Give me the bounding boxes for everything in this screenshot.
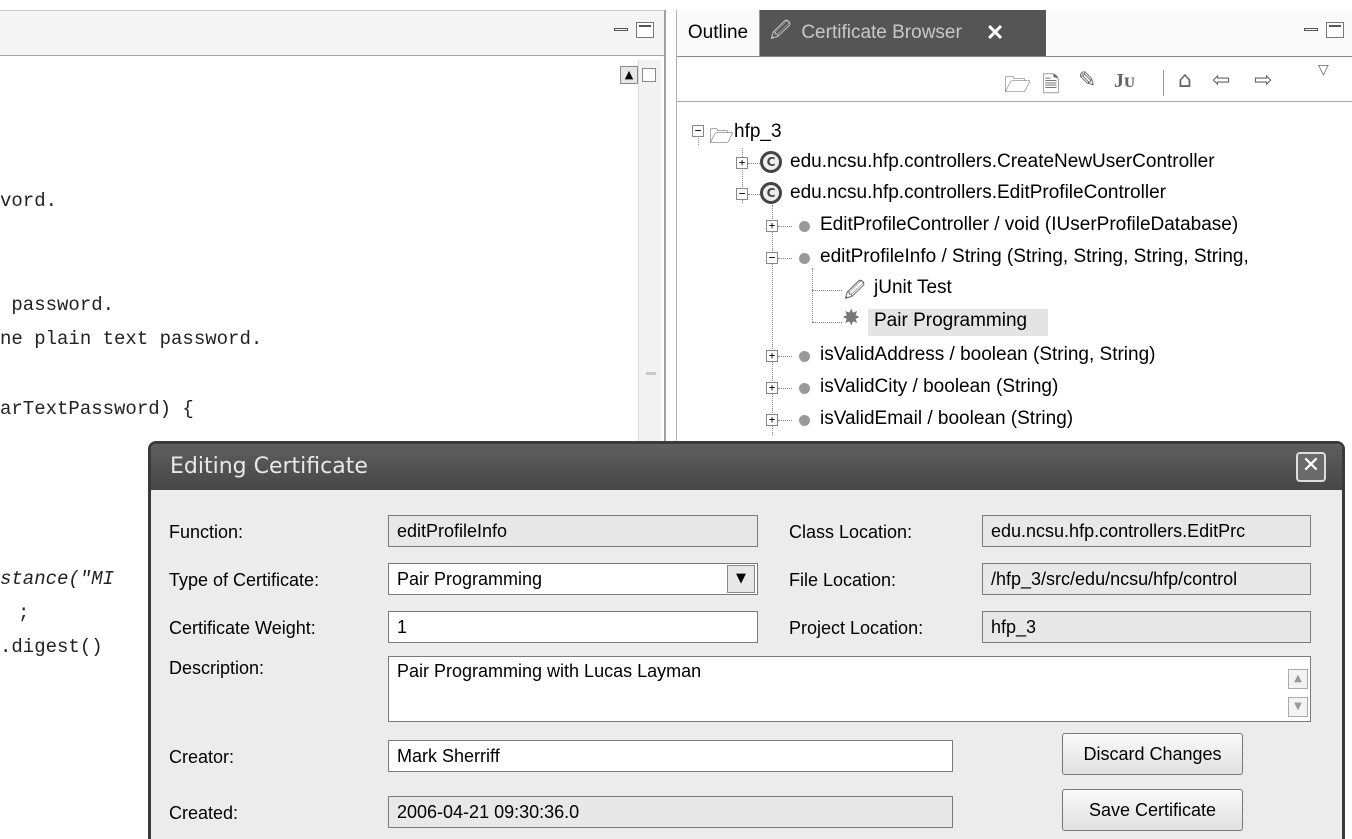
type-of-certificate-label: Type of Certificate:	[169, 570, 320, 590]
class-icon: C	[760, 151, 782, 173]
certificate-icon: 🖉	[770, 20, 792, 42]
folder-open-icon: 🗁	[709, 124, 734, 148]
method-icon	[799, 351, 810, 362]
collapse-icon[interactable]: −	[692, 125, 704, 137]
file-location-field: /hfp_3/src/edu/ncsu/hfp/control	[982, 563, 1311, 595]
method-icon	[799, 383, 810, 394]
code-line: stance("MI	[0, 568, 115, 590]
add-certificate-icon[interactable]: ✎	[1078, 68, 1096, 93]
method-icon	[799, 221, 810, 232]
maximize-view-icon[interactable]	[1326, 22, 1344, 38]
code-line: ne plain text password.	[0, 328, 263, 350]
close-tab-icon[interactable]: ✕	[986, 20, 1004, 46]
tree-line	[778, 226, 792, 227]
creator-label: Creator:	[169, 747, 235, 767]
tree-line	[778, 356, 792, 357]
tree-line	[778, 420, 792, 421]
code-line: ;	[18, 602, 30, 624]
creator-input[interactable]: Mark Sherriff	[388, 740, 953, 772]
scroll-up-icon[interactable]: ▲	[1288, 669, 1308, 689]
expand-icon[interactable]: +	[766, 220, 778, 232]
expand-icon[interactable]: +	[766, 414, 778, 426]
editor-overview-ruler	[638, 60, 661, 450]
tree-root-label[interactable]: hfp_3	[734, 121, 782, 143]
editor-header	[0, 10, 666, 56]
document-icon[interactable]: 🗎	[1042, 68, 1060, 106]
tab-outline[interactable]: Outline	[677, 10, 760, 56]
function-field: editProfileInfo	[388, 515, 758, 547]
tree-item[interactable]: isValidAddress / boolean (String, String…	[820, 344, 1155, 366]
code-line: arTextPassword) {	[0, 398, 194, 420]
tree-line	[778, 388, 792, 389]
certificate-type-dropdown[interactable]: Pair Programming	[388, 563, 758, 595]
tree-item[interactable]: jUnit Test	[874, 277, 952, 299]
tree-line	[812, 290, 842, 291]
view-menu-icon[interactable]: ▽	[1318, 62, 1329, 78]
class-icon: C	[760, 182, 782, 204]
home-icon[interactable]: ⌂	[1178, 68, 1192, 93]
minimize-editor-icon[interactable]	[612, 22, 630, 38]
discard-changes-button[interactable]: Discard Changes	[1062, 733, 1243, 775]
tab-label: Outline	[687, 22, 749, 43]
tree-item[interactable]: editProfileInfo / String (String, String…	[820, 246, 1249, 268]
tree-item[interactable]: isValidEmail / boolean (String)	[820, 408, 1073, 430]
scroll-down-icon[interactable]: ▼	[1288, 697, 1308, 717]
certificate-weight-label: Certificate Weight:	[169, 618, 316, 638]
minimize-view-icon[interactable]	[1302, 22, 1320, 38]
description-textarea[interactable]: Pair Programming with Lucas Layman	[388, 656, 1311, 722]
code-line: vord.	[0, 190, 58, 212]
function-label: Function:	[169, 522, 244, 542]
dropdown-arrow-icon[interactable]: ▼	[727, 565, 755, 593]
certificate-weight-input[interactable]: 1	[388, 611, 758, 643]
class-location-label: Class Location:	[789, 522, 913, 542]
code-line: .digest()	[0, 636, 103, 658]
junit-certificate-icon: 🖉	[844, 278, 866, 302]
tab-certificate-browser[interactable]: 🖉 Certificate Browser ✕	[760, 10, 1046, 56]
toolbar-separator	[1163, 70, 1164, 96]
tree-line	[778, 258, 792, 259]
scroll-marker	[646, 372, 656, 375]
method-icon	[799, 253, 810, 264]
close-dialog-icon[interactable]: ✕	[1296, 452, 1326, 482]
tab-label: Certificate Browser	[801, 22, 962, 43]
overview-box-icon	[642, 68, 656, 82]
tree-item[interactable]: edu.ncsu.hfp.controllers.EditProfileCont…	[790, 182, 1166, 204]
tree-item[interactable]: isValidCity / boolean (String)	[820, 376, 1058, 398]
forward-arrow-icon[interactable]: ⇨	[1254, 68, 1272, 93]
collapse-icon[interactable]: −	[736, 188, 748, 200]
tree-item-selected[interactable]: Pair Programming	[874, 310, 1027, 332]
tree-item[interactable]: edu.ncsu.hfp.controllers.CreateNewUserCo…	[790, 151, 1215, 173]
scroll-up-icon[interactable]: ▲	[620, 66, 638, 84]
junit-icon[interactable]: Jᴜ	[1114, 70, 1135, 93]
code-line: password.	[0, 294, 115, 316]
tree-line	[748, 194, 760, 195]
back-arrow-icon[interactable]: ⇦	[1212, 68, 1230, 93]
tree-line	[772, 205, 773, 435]
expand-icon[interactable]: +	[736, 157, 748, 169]
pair-programming-icon: ✸	[842, 306, 861, 331]
collapse-icon[interactable]: −	[766, 252, 778, 264]
tree-line	[812, 268, 813, 322]
project-location-field: hfp_3	[982, 611, 1311, 643]
expand-icon[interactable]: +	[766, 382, 778, 394]
expand-icon[interactable]: +	[766, 350, 778, 362]
save-certificate-button[interactable]: Save Certificate	[1062, 789, 1243, 831]
tree-line	[812, 322, 842, 323]
created-field: 2006-04-21 09:30:36.0	[388, 796, 953, 828]
tree-line	[748, 163, 760, 164]
class-location-field: edu.ncsu.hfp.controllers.EditPrc	[982, 515, 1311, 547]
tree-item[interactable]: EditProfileController / void (IUserProfi…	[820, 214, 1238, 236]
maximize-editor-icon[interactable]	[636, 22, 654, 38]
project-location-label: Project Location:	[789, 618, 924, 638]
file-location-label: File Location:	[789, 570, 897, 590]
created-label: Created:	[169, 803, 239, 823]
method-icon	[799, 415, 810, 426]
description-label: Description:	[169, 658, 265, 678]
open-folder-icon[interactable]: 🗁	[1004, 68, 1031, 106]
dialog-title: Editing Certificate	[170, 454, 368, 479]
